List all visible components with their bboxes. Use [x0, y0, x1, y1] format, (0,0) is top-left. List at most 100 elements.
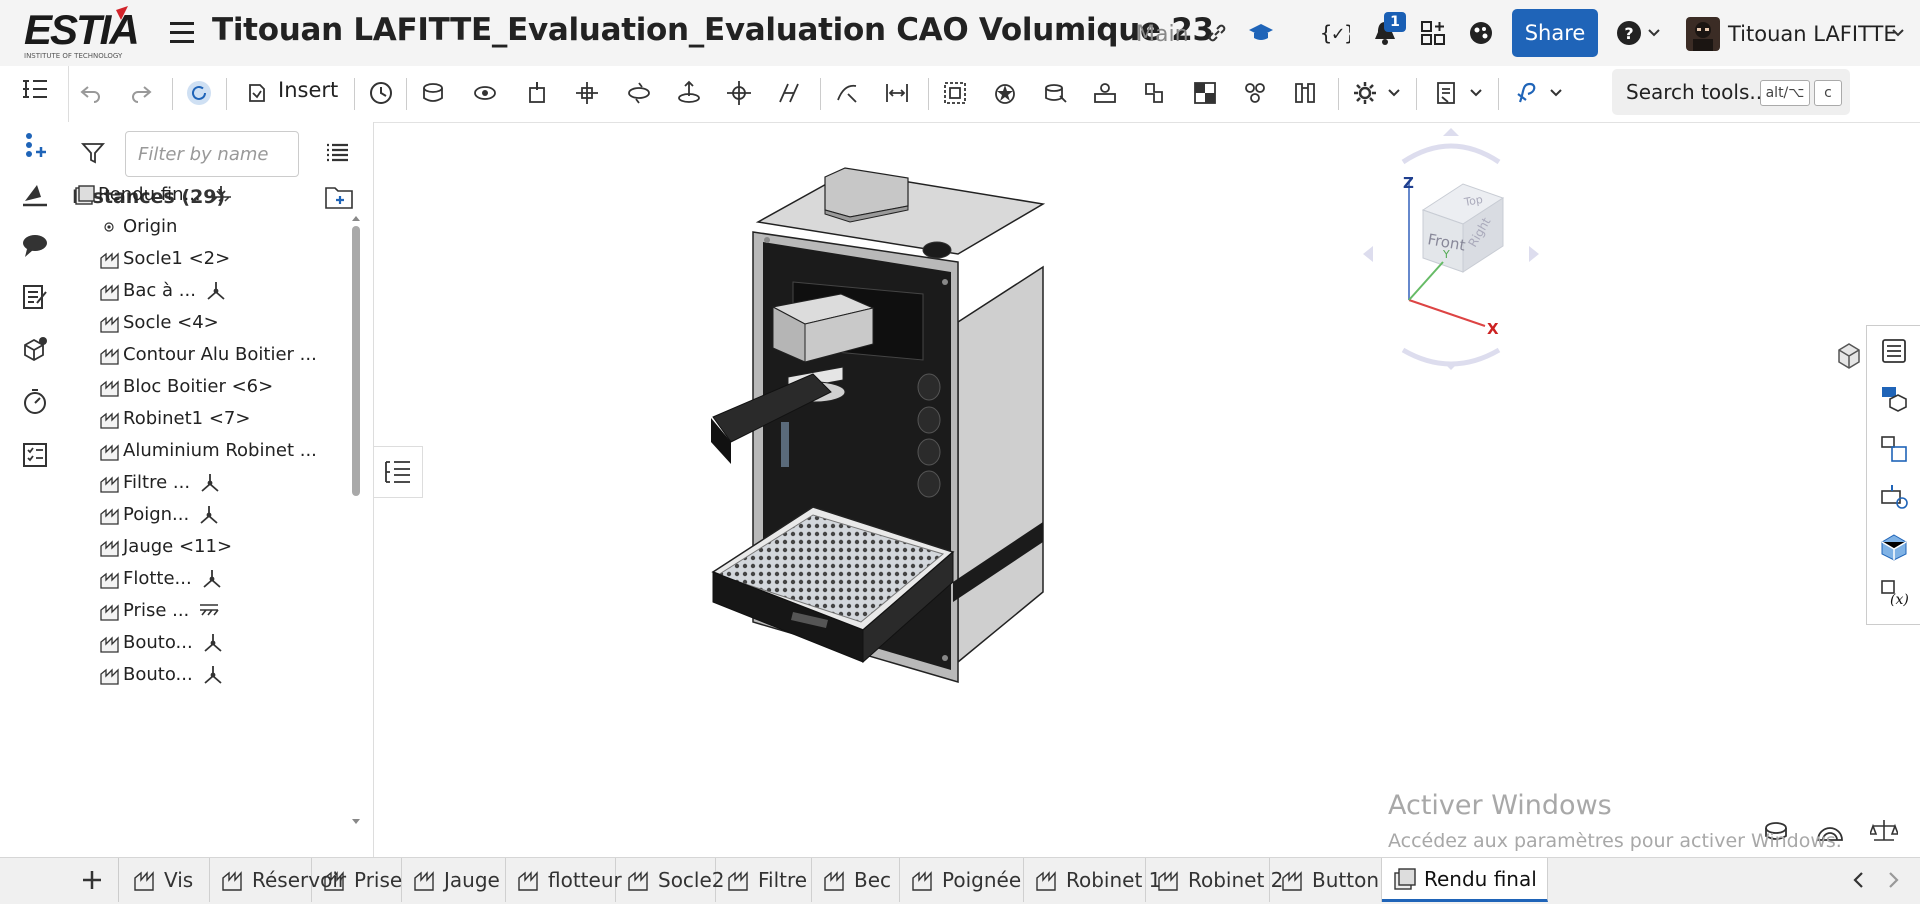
- scrollbar-thumb[interactable]: [352, 226, 360, 496]
- instance-row[interactable]: Bac à ...: [68, 276, 348, 308]
- user-menu-dropdown-icon[interactable]: [1888, 18, 1908, 48]
- coffee-machine-model[interactable]: Top Front Right Z X Y: [373, 122, 1863, 857]
- variables-icon[interactable]: {✓}: [1320, 18, 1350, 48]
- named-views-icon[interactable]: [1432, 78, 1462, 108]
- tab-scroll-right-icon[interactable]: [1882, 868, 1906, 892]
- mass-scale-icon[interactable]: [1868, 818, 1900, 846]
- checklist-icon[interactable]: [20, 440, 50, 470]
- instance-row[interactable]: Rendu fin...: [68, 180, 348, 212]
- linear-pattern-icon[interactable]: [1040, 78, 1070, 108]
- tab-item[interactable]: Bec: [812, 858, 900, 902]
- add-tab-icon[interactable]: [76, 862, 108, 898]
- instance-row[interactable]: Socle <4>: [68, 308, 348, 340]
- bom-icon[interactable]: [1879, 336, 1909, 366]
- instance-properties-icon[interactable]: [1879, 434, 1909, 464]
- instance-row[interactable]: Aluminium Robinet ...: [68, 436, 348, 468]
- feature-list-icon[interactable]: [20, 76, 50, 106]
- tab-item[interactable]: Poignée: [900, 858, 1024, 902]
- instance-row[interactable]: Filtre ...: [68, 468, 348, 500]
- tab-item[interactable]: Réservoir: [210, 858, 346, 902]
- motion-study-icon[interactable]: [1240, 78, 1270, 108]
- tab-item[interactable]: Socle2: [616, 858, 725, 902]
- document-title[interactable]: Titouan LAFITTE_Evaluation_Evaluation CA…: [212, 12, 1214, 48]
- instance-row[interactable]: Socle1 <2>: [68, 244, 348, 276]
- slider-mate-icon[interactable]: [522, 78, 552, 108]
- user-avatar[interactable]: [1686, 17, 1720, 51]
- view-cube[interactable]: Top Front Right Z X Y: [1363, 128, 1539, 370]
- history-icon[interactable]: [366, 78, 396, 108]
- cylindrical-mate-icon[interactable]: [624, 78, 654, 108]
- named-positions-icon[interactable]: [1879, 482, 1909, 512]
- tab-item[interactable]: Jauge: [402, 858, 506, 902]
- link-icon[interactable]: [1202, 18, 1232, 48]
- tangent-mate-icon[interactable]: [832, 78, 862, 108]
- appearance-icon[interactable]: [20, 180, 50, 210]
- graphics-viewport[interactable]: Top Front Right Z X Y: [373, 122, 1863, 857]
- fastened-mate-icon[interactable]: [418, 78, 448, 108]
- notes-icon[interactable]: [20, 282, 50, 312]
- estia-logo[interactable]: ESTIA INSTITUTE OF TECHNOLOGY: [24, 6, 156, 60]
- width-mate-icon[interactable]: [882, 78, 912, 108]
- instance-row[interactable]: Bouto...: [68, 628, 348, 660]
- custom-feature-icon[interactable]: [1512, 78, 1542, 108]
- insert-icon[interactable]: [242, 78, 272, 108]
- share-button[interactable]: Share: [1512, 9, 1598, 57]
- tab-item[interactable]: flotteur: [506, 858, 622, 902]
- named-views-dropdown-icon[interactable]: [1466, 78, 1486, 108]
- tab-item[interactable]: Vis: [122, 858, 210, 902]
- list-view-icon[interactable]: [324, 140, 352, 168]
- ball-mate-icon[interactable]: [724, 78, 754, 108]
- tab-item[interactable]: Robinet 2: [1146, 858, 1283, 902]
- configurations-icon[interactable]: [1879, 384, 1909, 414]
- instance-row[interactable]: Bouto...: [68, 660, 348, 692]
- revolute-mate-icon[interactable]: [470, 78, 500, 108]
- custom-feature-dropdown-icon[interactable]: [1546, 78, 1566, 108]
- tab-item[interactable]: Robinet 1: [1024, 858, 1161, 902]
- appearance-panel-icon[interactable]: [1879, 532, 1909, 562]
- instance-row[interactable]: Prise ...: [68, 596, 348, 628]
- tab-item[interactable]: Prise: [312, 858, 402, 902]
- comments-icon[interactable]: [20, 230, 50, 260]
- help-icon[interactable]: ?: [1614, 18, 1644, 48]
- learning-center-icon[interactable]: [1246, 18, 1276, 48]
- parallel-mate-icon[interactable]: [774, 78, 804, 108]
- filter-by-name-input[interactable]: [125, 131, 299, 177]
- timer-icon[interactable]: [20, 386, 50, 416]
- section-view-icon[interactable]: [1290, 78, 1320, 108]
- planar-mate-icon[interactable]: [572, 78, 602, 108]
- render-studio-icon[interactable]: [1466, 18, 1496, 48]
- settings-dropdown-icon[interactable]: [1384, 78, 1404, 108]
- pin-slot-mate-icon[interactable]: [674, 78, 704, 108]
- settings-gear-icon[interactable]: [1350, 78, 1380, 108]
- redo-icon[interactable]: [126, 78, 156, 108]
- view-cube-menu-icon[interactable]: [1838, 343, 1860, 369]
- replicate-icon[interactable]: [1090, 78, 1120, 108]
- explode-icon[interactable]: [1190, 78, 1220, 108]
- filter-icon[interactable]: [80, 140, 108, 168]
- undo-icon[interactable]: [76, 78, 106, 108]
- mate-connector-icon[interactable]: [990, 78, 1020, 108]
- help-dropdown-icon[interactable]: [1644, 18, 1664, 48]
- tab-item[interactable]: Filtre: [716, 858, 812, 902]
- insert-button[interactable]: Insert: [278, 78, 338, 102]
- variable-table-icon[interactable]: (x): [1879, 578, 1909, 608]
- search-tools-button[interactable]: Search tools... alt/⌥ c: [1612, 69, 1850, 115]
- instance-row[interactable]: Flotte...: [68, 564, 348, 596]
- tab-scroll-left-icon[interactable]: [1846, 868, 1870, 892]
- instance-row[interactable]: Jauge <11>: [68, 532, 348, 564]
- group-icon[interactable]: [940, 78, 970, 108]
- main-menu-icon[interactable]: [170, 22, 194, 44]
- instance-row[interactable]: Robinet1 <7>: [68, 404, 348, 436]
- tab-item[interactable]: Button: [1270, 858, 1382, 902]
- instance-row[interactable]: Bloc Boitier <6>: [68, 372, 348, 404]
- user-name[interactable]: Titouan LAFITTE: [1728, 22, 1897, 46]
- branch-label[interactable]: Main: [1136, 22, 1189, 47]
- mirror-icon[interactable]: [1140, 78, 1170, 108]
- app-store-icon[interactable]: [1418, 18, 1448, 48]
- instance-row[interactable]: Poign...: [68, 500, 348, 532]
- instance-row[interactable]: Contour Alu Boitier ...: [68, 340, 348, 372]
- instance-list-scrollbar[interactable]: [350, 214, 360, 824]
- instance-row[interactable]: Origin: [68, 212, 348, 244]
- mass-properties-icon[interactable]: [20, 334, 50, 364]
- add-instance-icon[interactable]: [20, 130, 50, 160]
